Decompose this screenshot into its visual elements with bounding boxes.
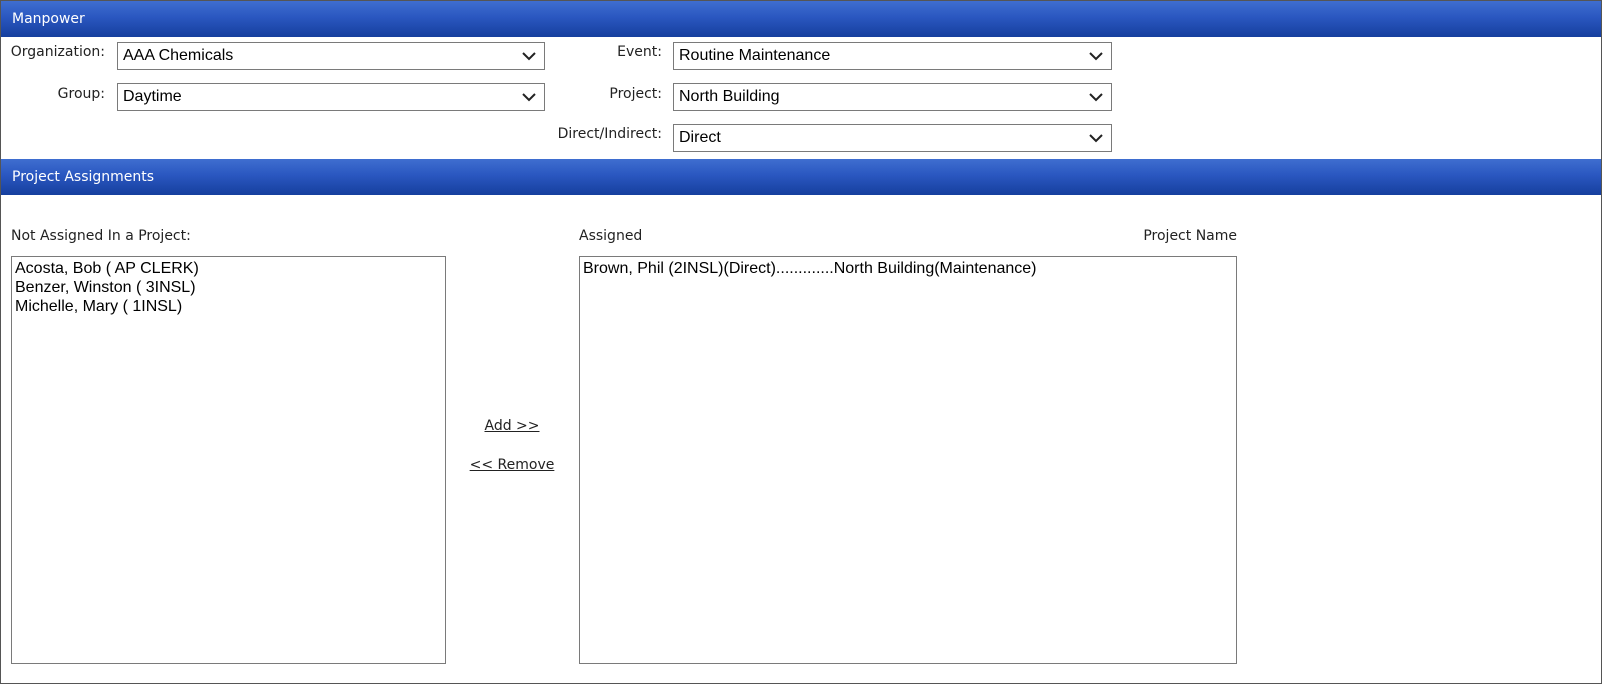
- event-value: Routine Maintenance: [679, 47, 831, 64]
- chevron-down-icon: [522, 52, 536, 61]
- organization-select[interactable]: AAA Chemicals: [117, 42, 545, 70]
- project-assignments-title: Project Assignments: [12, 169, 155, 185]
- list-item[interactable]: Michelle, Mary ( 1INSL): [15, 297, 442, 316]
- assigned-listbox[interactable]: Brown, Phil (2INSL)(Direct).............…: [579, 256, 1237, 664]
- project-value: North Building: [679, 88, 780, 105]
- chevron-down-icon: [1089, 134, 1103, 143]
- direct-indirect-value: Direct: [679, 129, 721, 146]
- direct-indirect-select[interactable]: Direct: [673, 124, 1112, 152]
- add-button[interactable]: Add >>: [462, 418, 562, 434]
- group-value: Daytime: [123, 88, 182, 105]
- chevron-down-icon: [1089, 52, 1103, 61]
- manpower-title: Manpower: [12, 11, 85, 27]
- event-label: Event:: [617, 44, 662, 60]
- project-label: Project:: [609, 86, 662, 102]
- not-assigned-label: Not Assigned In a Project:: [11, 228, 191, 244]
- list-item[interactable]: Benzer, Winston ( 3INSL): [15, 278, 442, 297]
- not-assigned-listbox[interactable]: Acosta, Bob ( AP CLERK) Benzer, Winston …: [11, 256, 446, 664]
- organization-value: AAA Chemicals: [123, 47, 234, 64]
- list-item[interactable]: Brown, Phil (2INSL)(Direct).............…: [583, 259, 1233, 278]
- project-select[interactable]: North Building: [673, 83, 1112, 111]
- project-assignments-header: Project Assignments: [1, 159, 1601, 195]
- list-item[interactable]: Acosta, Bob ( AP CLERK): [15, 259, 442, 278]
- assigned-label: Assigned: [579, 228, 643, 244]
- group-select[interactable]: Daytime: [117, 83, 545, 111]
- event-select[interactable]: Routine Maintenance: [673, 42, 1112, 70]
- organization-label: Organization:: [10, 44, 105, 60]
- project-name-label: Project Name: [1143, 228, 1237, 244]
- direct-indirect-label: Direct/Indirect:: [557, 126, 662, 142]
- chevron-down-icon: [522, 93, 536, 102]
- remove-button[interactable]: << Remove: [462, 457, 562, 473]
- manpower-header: Manpower: [1, 1, 1601, 37]
- chevron-down-icon: [1089, 93, 1103, 102]
- group-label: Group:: [57, 86, 105, 102]
